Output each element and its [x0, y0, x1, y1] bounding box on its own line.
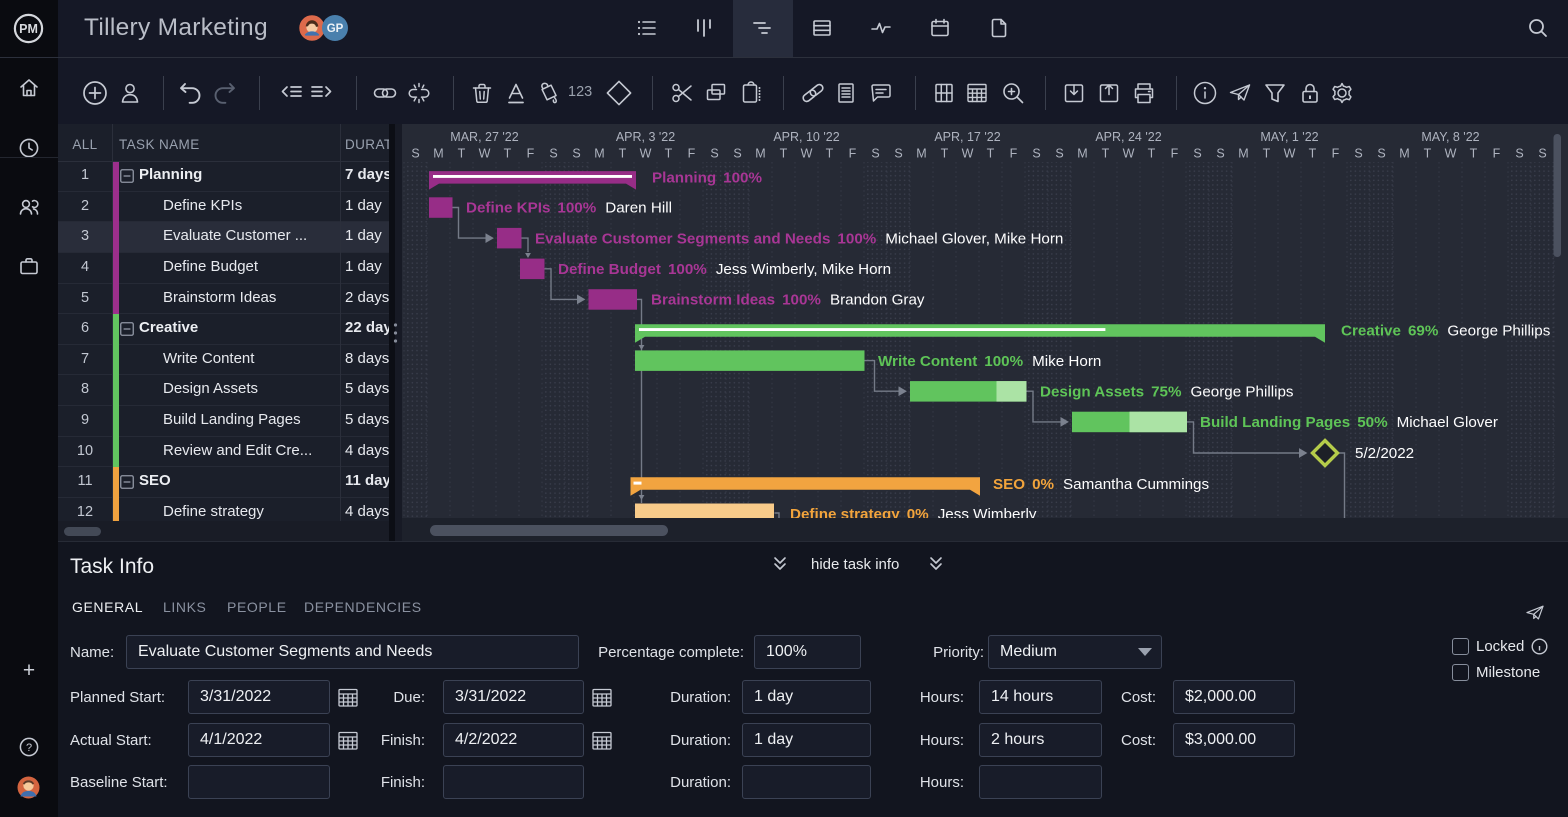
svg-text:T: T — [665, 147, 673, 161]
svg-text:S: S — [572, 147, 580, 161]
svg-text:T: T — [780, 147, 788, 161]
svg-text:W: W — [479, 147, 491, 161]
svg-text:T: T — [1470, 147, 1478, 161]
svg-text:T: T — [1309, 147, 1317, 161]
svg-text:S: S — [894, 147, 902, 161]
svg-text:M: M — [916, 147, 926, 161]
svg-text:S: S — [871, 147, 879, 161]
svg-text:F: F — [1493, 147, 1501, 161]
svg-text:MAY, 8 '22: MAY, 8 '22 — [1421, 130, 1479, 144]
svg-text:M: M — [1399, 147, 1409, 161]
svg-text:M: M — [433, 147, 443, 161]
svg-text:Define KPIs100%Daren Hill: Define KPIs100%Daren Hill — [466, 200, 672, 217]
svg-text:APR, 17 '22: APR, 17 '22 — [934, 130, 1000, 144]
svg-text:F: F — [1010, 147, 1018, 161]
svg-text:M: M — [1238, 147, 1248, 161]
svg-text:S: S — [1354, 147, 1362, 161]
svg-text:F: F — [688, 147, 696, 161]
svg-text:M: M — [594, 147, 604, 161]
svg-text:Evaluate Customer Segments and: Evaluate Customer Segments and Needs100%… — [535, 230, 1063, 247]
svg-text:M: M — [1077, 147, 1087, 161]
svg-text:S: S — [1216, 147, 1224, 161]
svg-text:S: S — [1193, 147, 1201, 161]
svg-text:T: T — [1263, 147, 1271, 161]
svg-text:APR, 24 '22: APR, 24 '22 — [1095, 130, 1161, 144]
svg-text:F: F — [1332, 147, 1340, 161]
svg-text:W: W — [640, 147, 652, 161]
svg-text:T: T — [619, 147, 627, 161]
svg-text:T: T — [826, 147, 834, 161]
svg-text:T: T — [1102, 147, 1110, 161]
svg-text:S: S — [549, 147, 557, 161]
svg-text:F: F — [1171, 147, 1179, 161]
svg-text:Build Landing Pages50%Michael: Build Landing Pages50%Michael Glover — [1200, 414, 1498, 431]
svg-text:Write Content100%Mike Horn: Write Content100%Mike Horn — [878, 353, 1101, 370]
svg-text:S: S — [1515, 147, 1523, 161]
svg-text:APR, 3 '22: APR, 3 '22 — [616, 130, 675, 144]
svg-text:Brainstorm Ideas100%Brandon Gr: Brainstorm Ideas100%Brandon Gray — [651, 292, 925, 309]
svg-text:Design Assets75%George Phillip: Design Assets75%George Phillips — [1040, 383, 1294, 400]
svg-text:W: W — [1284, 147, 1296, 161]
svg-text:M: M — [755, 147, 765, 161]
svg-text:MAY, 1 '22: MAY, 1 '22 — [1260, 130, 1318, 144]
svg-text:S: S — [710, 147, 718, 161]
svg-text:T: T — [1148, 147, 1156, 161]
svg-text:F: F — [527, 147, 535, 161]
svg-text:5/2/2022: 5/2/2022 — [1355, 445, 1414, 462]
svg-text:GP: GP — [327, 23, 344, 35]
svg-text:S: S — [1377, 147, 1385, 161]
svg-text:T: T — [987, 147, 995, 161]
svg-text:S: S — [411, 147, 419, 161]
svg-text:T: T — [941, 147, 949, 161]
svg-text:Planning100%: Planning100% — [652, 170, 762, 187]
svg-text:S: S — [733, 147, 741, 161]
svg-text:MAR, 27 '22: MAR, 27 '22 — [450, 130, 518, 144]
svg-text:PM: PM — [19, 22, 38, 36]
svg-text:S: S — [1032, 147, 1040, 161]
svg-text:W: W — [1123, 147, 1135, 161]
svg-text:T: T — [1424, 147, 1432, 161]
svg-text:APR, 10 '22: APR, 10 '22 — [773, 130, 839, 144]
svg-text:W: W — [962, 147, 974, 161]
svg-text:S: S — [1055, 147, 1063, 161]
svg-text:T: T — [458, 147, 466, 161]
svg-text:W: W — [801, 147, 813, 161]
svg-text:F: F — [849, 147, 857, 161]
svg-text:Define Budget100%Jess Wimberly: Define Budget100%Jess Wimberly, Mike Hor… — [558, 261, 891, 278]
svg-text:?: ? — [26, 742, 32, 754]
svg-text:T: T — [504, 147, 512, 161]
svg-text:W: W — [1445, 147, 1457, 161]
svg-text:S: S — [1538, 147, 1546, 161]
